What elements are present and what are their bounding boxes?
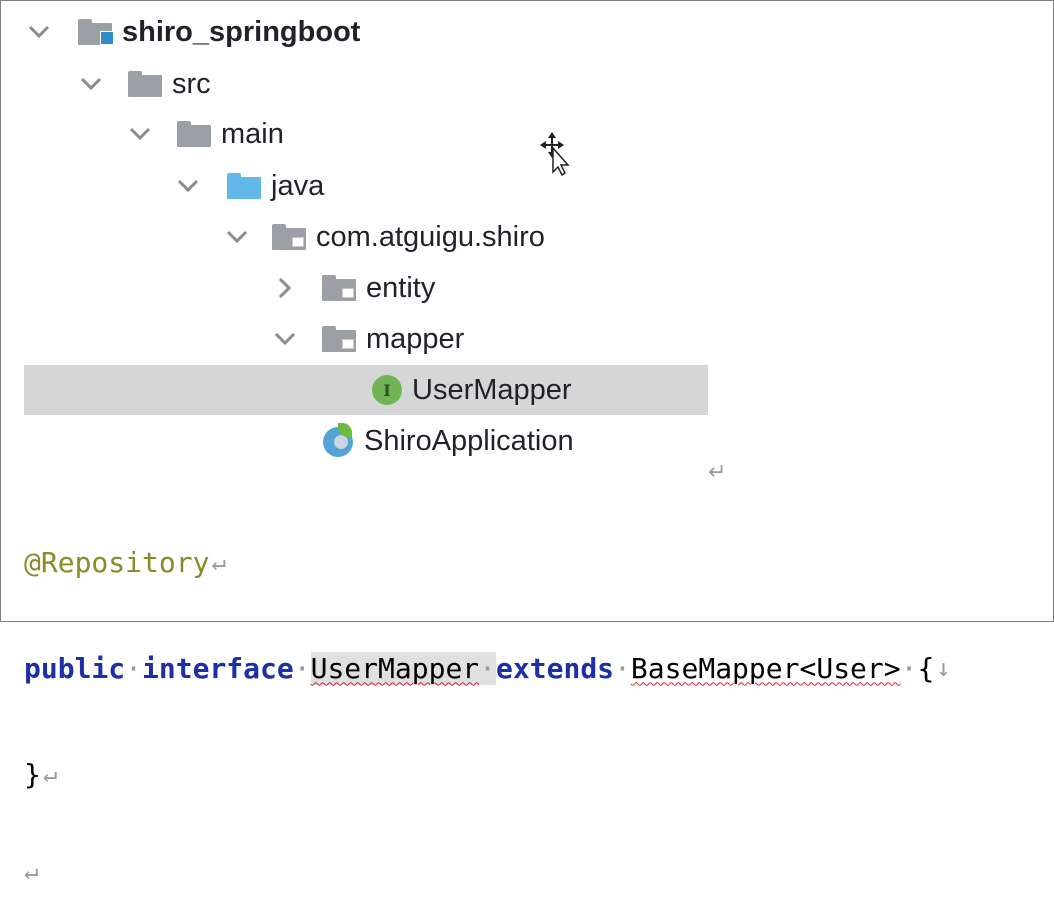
tree-item-label: com.atguigu.shiro xyxy=(316,220,545,253)
code-line-4: ↵ xyxy=(24,857,951,885)
move-cursor-icon xyxy=(540,132,570,176)
tree-item-shiro-springboot[interactable]: shiro_springboot xyxy=(24,7,708,57)
source-folder-icon xyxy=(227,173,263,199)
module-folder-icon xyxy=(78,19,114,45)
space-mark: · xyxy=(614,651,631,685)
tree-item-label: entity xyxy=(366,271,436,304)
tree-item-label: main xyxy=(221,117,284,150)
paragraph-mark: ↵ xyxy=(24,857,39,885)
code-line-1: @Repository ↵ xyxy=(24,542,951,582)
tree-item-label: java xyxy=(271,169,325,202)
base-type-token[interactable]: BaseMapper<User> xyxy=(631,652,901,685)
folder-icon xyxy=(128,71,164,97)
paragraph-mark: ↵ xyxy=(42,760,58,788)
tree-item-usermapper[interactable]: I UserMapper xyxy=(24,365,708,415)
tree-item-shiroapplication[interactable]: ShiroApplication xyxy=(24,416,708,466)
down-arrow-mark: ↓ xyxy=(936,654,951,682)
tree-item-mapper[interactable]: mapper xyxy=(24,314,708,364)
tree-item-label: UserMapper xyxy=(412,373,572,406)
chevron-down-icon[interactable] xyxy=(173,171,203,201)
code-editor[interactable]: @Repository ↵ public · interface · UserMapper… xyxy=(24,476,951,915)
spring-boot-app-icon xyxy=(322,423,358,459)
interface-name-token[interactable]: UserMapper xyxy=(310,651,480,685)
chevron-down-icon[interactable] xyxy=(76,69,106,99)
tree-item-label: shiro_springboot xyxy=(122,15,361,48)
chevron-down-icon[interactable] xyxy=(222,222,252,252)
interface-icon: I xyxy=(372,375,402,405)
folder-icon xyxy=(177,121,213,147)
tree-item-label: ShiroApplication xyxy=(364,424,574,457)
tree-item-com-atguigu-shiro[interactable]: com.atguigu.shiro xyxy=(24,212,708,262)
space-mark: · xyxy=(479,651,497,685)
code-line-2: public · interface · UserMapper · extends · Base… xyxy=(24,648,951,688)
tree-item-main[interactable]: main xyxy=(24,109,708,159)
chevron-down-icon[interactable] xyxy=(270,324,300,354)
tree-item-entity[interactable]: entity xyxy=(24,263,708,313)
chevron-down-icon[interactable] xyxy=(24,17,54,47)
package-icon xyxy=(322,275,358,301)
tree-item-src[interactable]: src xyxy=(24,59,708,109)
open-brace-token: { xyxy=(917,651,935,685)
chevron-right-icon[interactable] xyxy=(270,273,300,303)
keyword-extends: extends xyxy=(496,651,615,685)
package-icon xyxy=(322,326,358,352)
tree-item-label: src xyxy=(172,67,211,100)
space-mark: · xyxy=(125,651,143,685)
keyword-public: public xyxy=(24,651,126,685)
keyword-interface: interface xyxy=(142,651,294,685)
space-mark: · xyxy=(900,651,918,685)
package-icon xyxy=(272,224,308,250)
space-mark: · xyxy=(293,651,311,685)
code-line-3: } ↵ xyxy=(24,754,951,794)
annotation-token: @Repository xyxy=(24,545,210,579)
close-brace-token: } xyxy=(24,757,41,791)
paragraph-mark: ↵ xyxy=(211,548,226,576)
tree-item-label: mapper xyxy=(366,322,465,355)
chevron-down-icon[interactable] xyxy=(125,119,155,149)
tree-item-java[interactable]: java xyxy=(24,161,708,211)
